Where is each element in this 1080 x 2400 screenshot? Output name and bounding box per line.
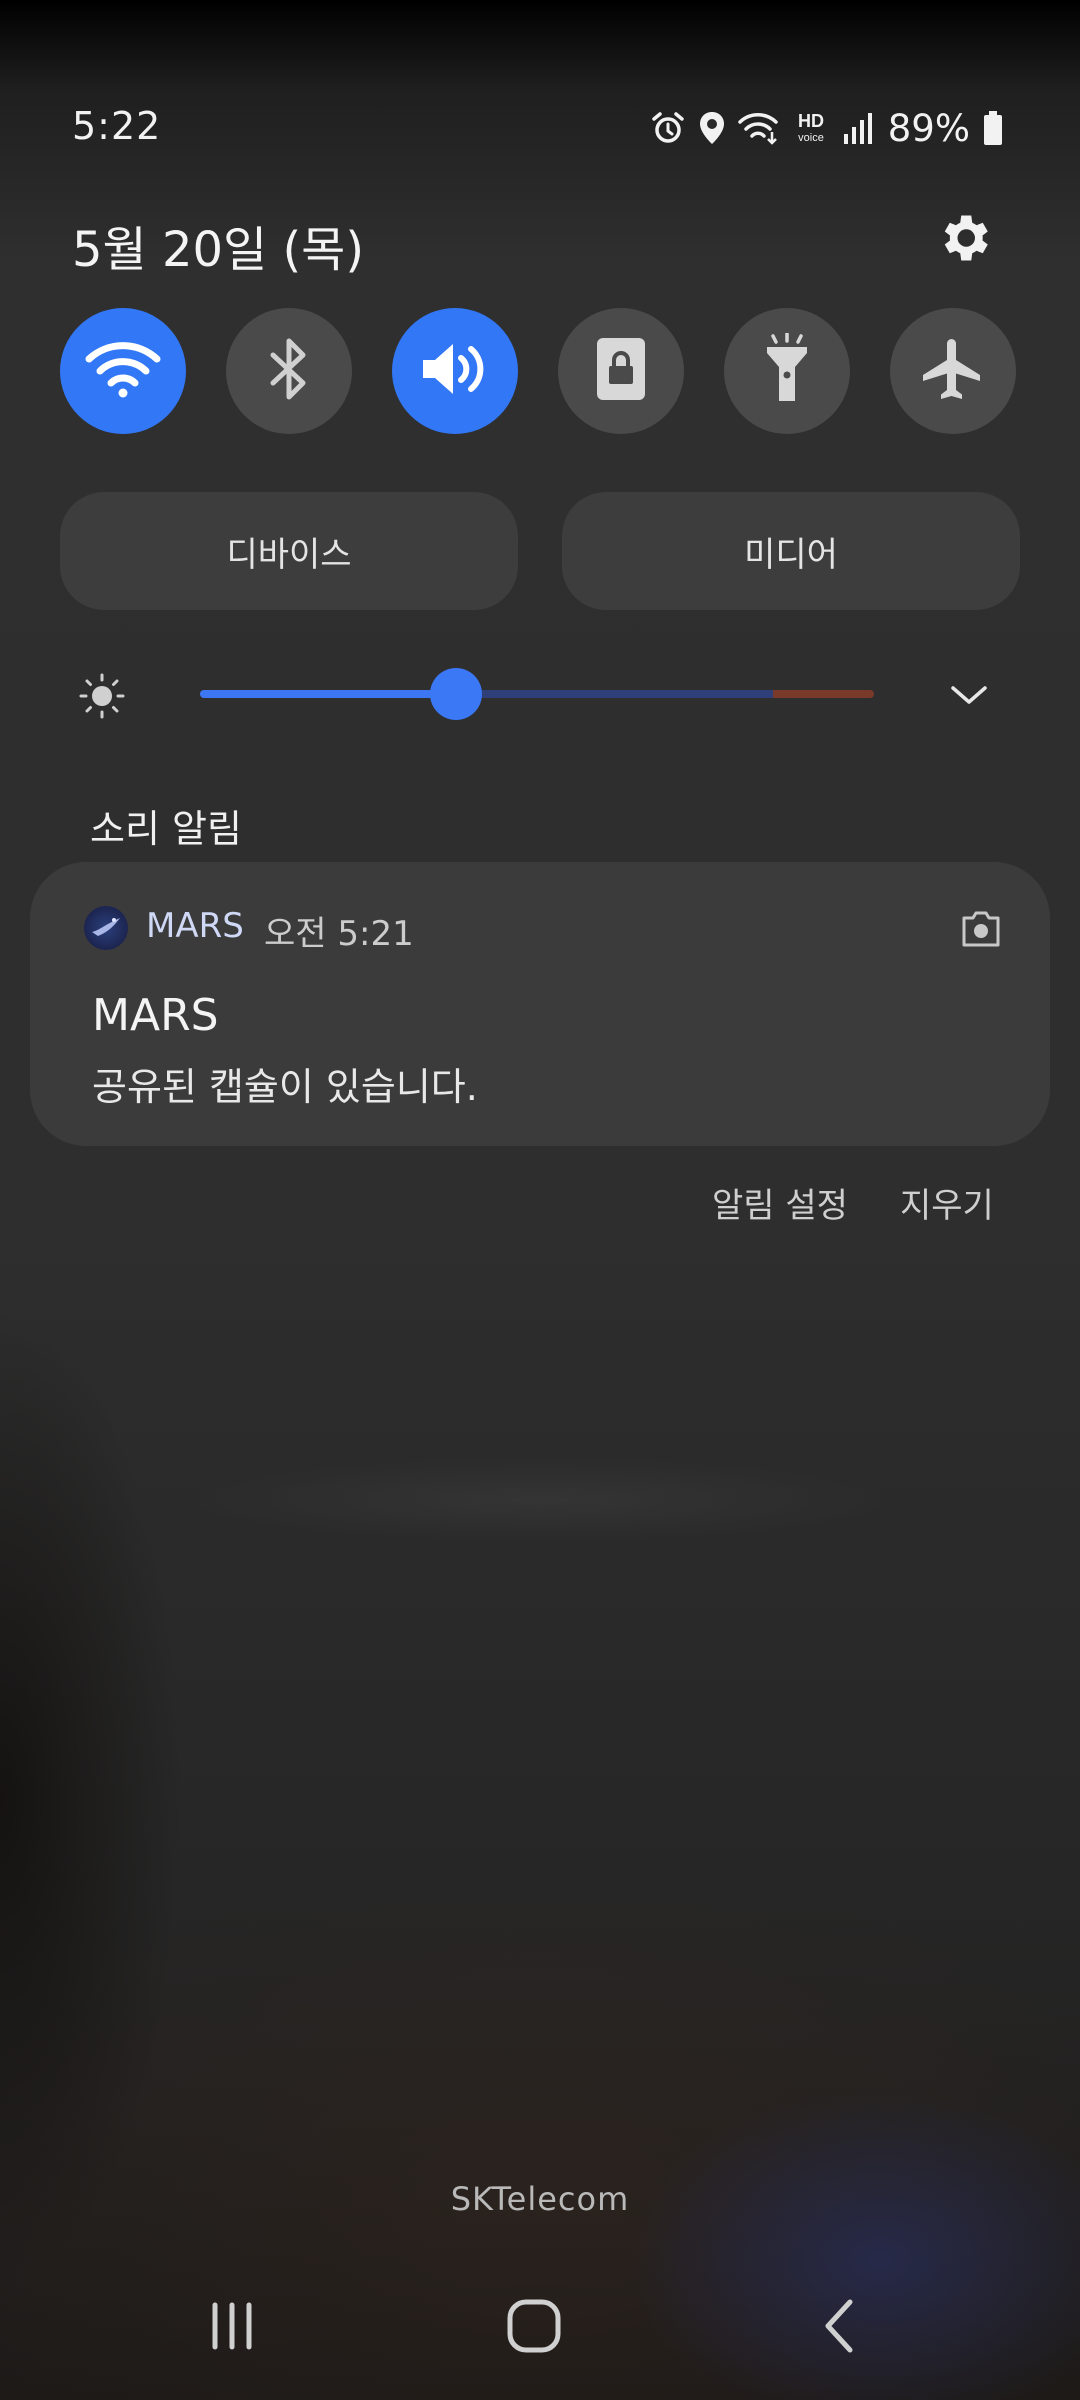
svg-text:voice: voice: [798, 132, 824, 144]
notification-text: 공유된 캡슐이 있습니다.: [92, 1065, 478, 1109]
brightness-icon: [78, 672, 126, 724]
wifi-toggle[interactable]: [60, 308, 186, 434]
camera-icon: [960, 910, 1002, 948]
sound-toggle[interactable]: [392, 308, 518, 434]
date-label: 5월 20일 (목): [72, 222, 365, 278]
carrier-label: SKTelecom: [450, 2180, 630, 2218]
alarm-icon: [650, 110, 686, 146]
notification-title: MARS: [92, 990, 219, 1041]
status-icons: HD voice 89%: [650, 104, 1004, 152]
media-button[interactable]: 미디어: [562, 492, 1020, 610]
screen-lock-toggle[interactable]: [558, 308, 684, 434]
gear-icon[interactable]: [934, 208, 994, 268]
status-clock: 5:22: [72, 104, 162, 148]
chevron-down-icon[interactable]: [948, 678, 990, 714]
airplane-toggle[interactable]: [890, 308, 1016, 434]
notification-time: 오전 5:21: [264, 914, 414, 954]
recents-button[interactable]: [200, 2296, 264, 2360]
sound-icon: [419, 338, 491, 404]
notification-app-name: MARS: [146, 906, 244, 946]
bluetooth-toggle[interactable]: [226, 308, 352, 434]
wifi-calling-icon: [738, 110, 780, 146]
flashlight-icon: [761, 331, 813, 409]
flashlight-toggle[interactable]: [724, 308, 850, 434]
brightness-slider-thumb[interactable]: [430, 668, 483, 720]
notification-section-label: 소리 알림: [90, 807, 242, 851]
battery-icon: [982, 110, 1004, 146]
wifi-icon: [85, 339, 161, 403]
brightness-slider-track[interactable]: [200, 690, 874, 698]
signal-icon: [842, 110, 872, 146]
svg-text:HD: HD: [798, 111, 824, 131]
back-chevron-icon: [820, 2298, 860, 2358]
location-icon: [698, 110, 726, 146]
bluetooth-icon: [267, 337, 311, 405]
clear-notifications-button[interactable]: 지우기: [900, 1178, 994, 1227]
airplane-icon: [917, 333, 989, 409]
home-button[interactable]: [502, 2296, 566, 2360]
mars-app-icon: [84, 906, 128, 950]
hd-voice-icon: HD voice: [792, 110, 830, 146]
devices-button[interactable]: 디바이스: [60, 492, 518, 610]
notification-settings-button[interactable]: 알림 설정: [712, 1178, 848, 1227]
home-icon: [506, 2298, 562, 2358]
back-button[interactable]: [808, 2296, 872, 2360]
lock-rotation-icon: [595, 336, 647, 406]
recents-icon: [207, 2301, 257, 2355]
battery-percent: 89%: [887, 106, 970, 150]
